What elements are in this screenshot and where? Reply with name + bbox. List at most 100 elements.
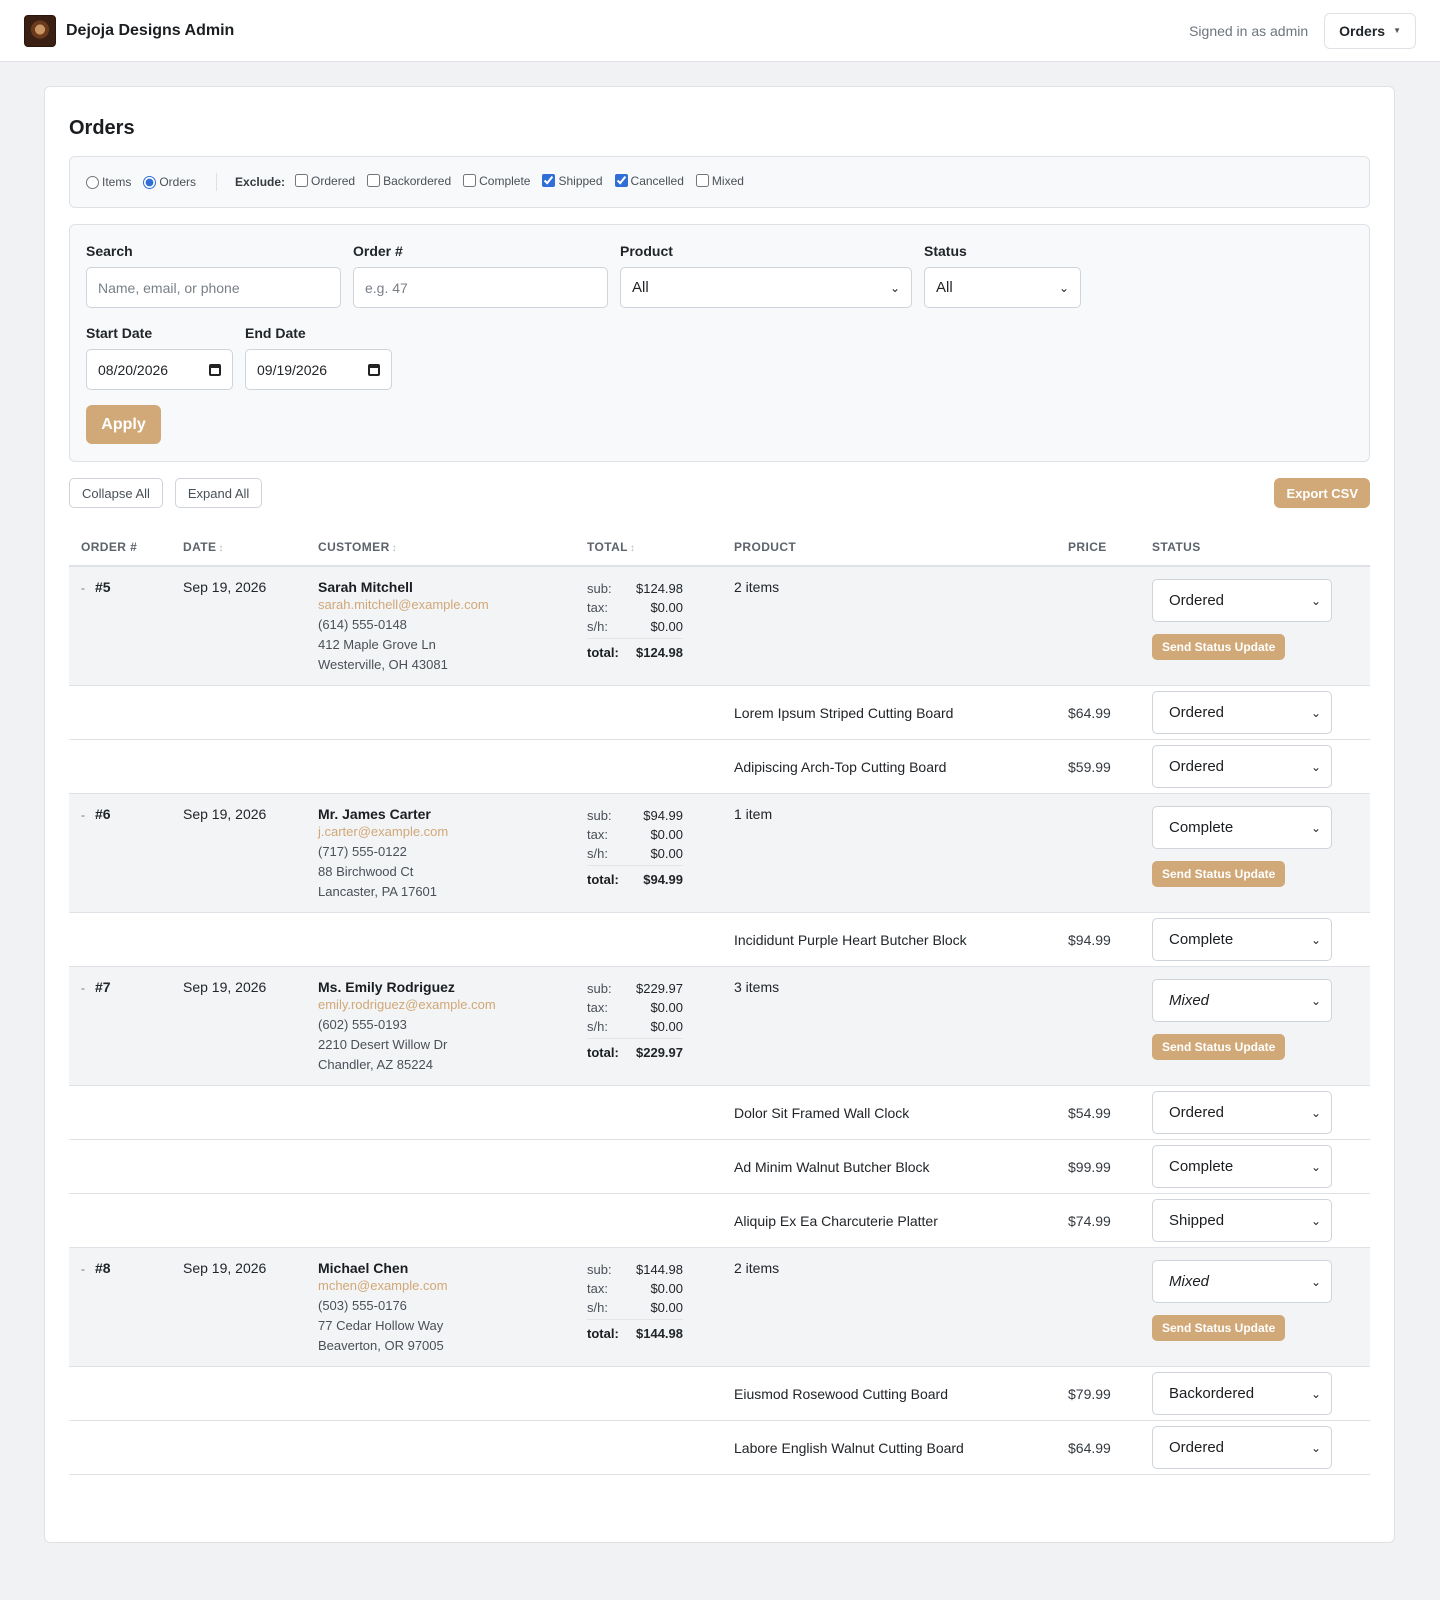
exclude-option-backordered[interactable]: Backordered (367, 174, 451, 188)
order-price-cell (1056, 1247, 1140, 1367)
orders-table-body: - #5 Sep 19, 2026 Sarah Mitchell sarah.mitch… (69, 565, 1370, 1475)
exclude-option-mixed[interactable]: Mixed (695, 174, 744, 188)
order-item-row: Incididunt Purple Heart Butcher Block $94… (69, 912, 1370, 967)
view-orders-option[interactable]: Orders (143, 175, 196, 189)
order-number-cell: - #5 (69, 565, 171, 686)
end-date-input[interactable]: 09/19/2026 (245, 349, 392, 390)
sort-icon[interactable]: ↕ (630, 543, 635, 554)
exclude-option-shipped[interactable]: Shipped (542, 174, 603, 188)
customer-email-link[interactable]: mchen@example.com (318, 1278, 563, 1293)
item-status-select[interactable]: Ordered ⌄ (1152, 691, 1332, 734)
chevron-down-icon: ⌄ (1310, 820, 1321, 835)
col-total[interactable]: TOTAL ↕ (575, 528, 722, 567)
item-status-select[interactable]: Ordered ⌄ (1152, 1091, 1332, 1134)
exclude-checkbox[interactable] (542, 174, 556, 188)
shipping-value: $0.00 (650, 1300, 683, 1315)
exclude-checkbox[interactable] (463, 174, 477, 188)
view-items-radio[interactable] (86, 175, 99, 189)
item-price: $64.99 (1056, 685, 1140, 740)
brand-logo[interactable] (24, 14, 56, 47)
items-count: 2 items (722, 565, 1056, 686)
tax-value: $0.00 (650, 600, 683, 615)
sort-icon[interactable]: ↕ (392, 543, 397, 554)
col-customer[interactable]: CUSTOMER ↕ (306, 528, 575, 567)
sort-icon[interactable]: ↕ (218, 543, 223, 554)
customer-address-line1: 77 Cedar Hollow Way (318, 1318, 444, 1333)
order-status-select[interactable]: Ordered ⌄ (1152, 579, 1332, 622)
chevron-down-icon: ⌄ (1310, 759, 1321, 774)
exclude-checkbox[interactable] (695, 174, 709, 188)
exclude-option-cancelled[interactable]: Cancelled (614, 174, 684, 188)
totals-cell: sub: $124.98 tax: $0.00 s/h: $0.00 total: $124.… (575, 565, 722, 686)
item-status-select[interactable]: Shipped ⌄ (1152, 1199, 1332, 1242)
status-filter-select[interactable]: All ⌄ (924, 267, 1081, 308)
order-status-select[interactable]: Mixed ⌄ (1152, 979, 1332, 1022)
order-date: Sep 19, 2026 (171, 966, 306, 1086)
product-select[interactable]: All ⌄ (620, 267, 912, 308)
order-status-select[interactable]: Complete ⌄ (1152, 806, 1332, 849)
exclude-checkbox[interactable] (367, 174, 381, 188)
item-status-select[interactable]: Complete ⌄ (1152, 918, 1332, 961)
status-select-value: Complete (1169, 1158, 1234, 1175)
shipping-label: s/h: (587, 846, 608, 861)
item-status-select[interactable]: Ordered ⌄ (1152, 1426, 1332, 1469)
item-status-select[interactable]: Ordered ⌄ (1152, 745, 1332, 788)
apply-button[interactable]: Apply (86, 405, 161, 444)
col-status: STATUS (1140, 528, 1370, 567)
col-product: PRODUCT (722, 528, 1056, 567)
subtotal-value: $229.97 (636, 981, 683, 996)
view-items-option[interactable]: Items (86, 175, 131, 189)
customer-phone: (602) 555-0193 (318, 1017, 407, 1032)
order-status-select[interactable]: Mixed ⌄ (1152, 1260, 1332, 1303)
order-item-row: Eiusmod Rosewood Cutting Board $79.99 Back… (69, 1366, 1370, 1421)
table-actions: Collapse All Expand All Export CSV (69, 478, 1370, 508)
customer-email-link[interactable]: j.carter@example.com (318, 824, 563, 839)
exclude-option-ordered[interactable]: Ordered (295, 174, 355, 188)
order-row[interactable]: - #7 Sep 19, 2026 Ms. Emily Rodriguez emily.… (69, 966, 1370, 1086)
search-input[interactable] (86, 267, 341, 308)
total-label: total: (587, 872, 619, 887)
order-row[interactable]: - #8 Sep 19, 2026 Michael Chen mchen@example… (69, 1247, 1370, 1367)
collapse-all-button[interactable]: Collapse All (69, 478, 163, 508)
order-price-cell (1056, 565, 1140, 686)
view-orders-radio[interactable] (143, 175, 157, 189)
send-status-update-button[interactable]: Send Status Update (1152, 861, 1286, 887)
exclude-checkbox[interactable] (295, 174, 309, 188)
send-status-update-button[interactable]: Send Status Update (1152, 1034, 1286, 1060)
collapse-toggle-icon[interactable]: - (81, 581, 85, 595)
customer-email-link[interactable]: emily.rodriguez@example.com (318, 997, 563, 1012)
shipping-label: s/h: (587, 619, 608, 634)
collapse-toggle-icon[interactable]: - (81, 1262, 85, 1276)
section-menu-button[interactable]: Orders ▼ (1324, 12, 1416, 49)
exclude-checkbox[interactable] (614, 174, 628, 188)
collapse-toggle-icon[interactable]: - (81, 808, 85, 822)
order-number-input[interactable] (353, 267, 608, 308)
send-status-update-button[interactable]: Send Status Update (1152, 634, 1286, 660)
status-select-value: Ordered (1169, 758, 1225, 775)
subtotal-value: $124.98 (636, 581, 683, 596)
export-csv-button[interactable]: Export CSV (1274, 478, 1370, 508)
expand-all-button[interactable]: Expand All (174, 478, 263, 508)
status-select-value: Ordered (1169, 1104, 1225, 1121)
order-row[interactable]: - #6 Sep 19, 2026 Mr. James Carter j.carter@… (69, 793, 1370, 913)
item-product-name: Eiusmod Rosewood Cutting Board (722, 1366, 1056, 1421)
customer-email-link[interactable]: sarah.mitchell@example.com (318, 597, 563, 612)
start-date-input[interactable]: 08/20/2026 (86, 349, 233, 390)
collapse-toggle-icon[interactable]: - (81, 981, 85, 995)
total-value: $229.97 (636, 1045, 683, 1060)
item-status-select[interactable]: Complete ⌄ (1152, 1145, 1332, 1188)
subtotal-label: sub: (587, 1262, 612, 1277)
order-row[interactable]: - #5 Sep 19, 2026 Sarah Mitchell sarah.mitch… (69, 565, 1370, 686)
brand-title[interactable]: Dejoja Designs Admin (66, 22, 234, 40)
send-status-update-button[interactable]: Send Status Update (1152, 1315, 1286, 1341)
item-spacer (69, 1193, 722, 1248)
item-status-select[interactable]: Backordered ⌄ (1152, 1372, 1332, 1415)
items-count: 2 items (722, 1247, 1056, 1367)
item-price: $99.99 (1056, 1139, 1140, 1194)
calendar-icon[interactable] (209, 363, 221, 376)
status-select-value: Ordered (1169, 704, 1225, 721)
exclude-option-complete[interactable]: Complete (463, 174, 530, 188)
view-orders-label: Orders (159, 175, 197, 189)
col-date[interactable]: DATE ↕ (171, 528, 306, 567)
calendar-icon[interactable] (368, 363, 380, 376)
